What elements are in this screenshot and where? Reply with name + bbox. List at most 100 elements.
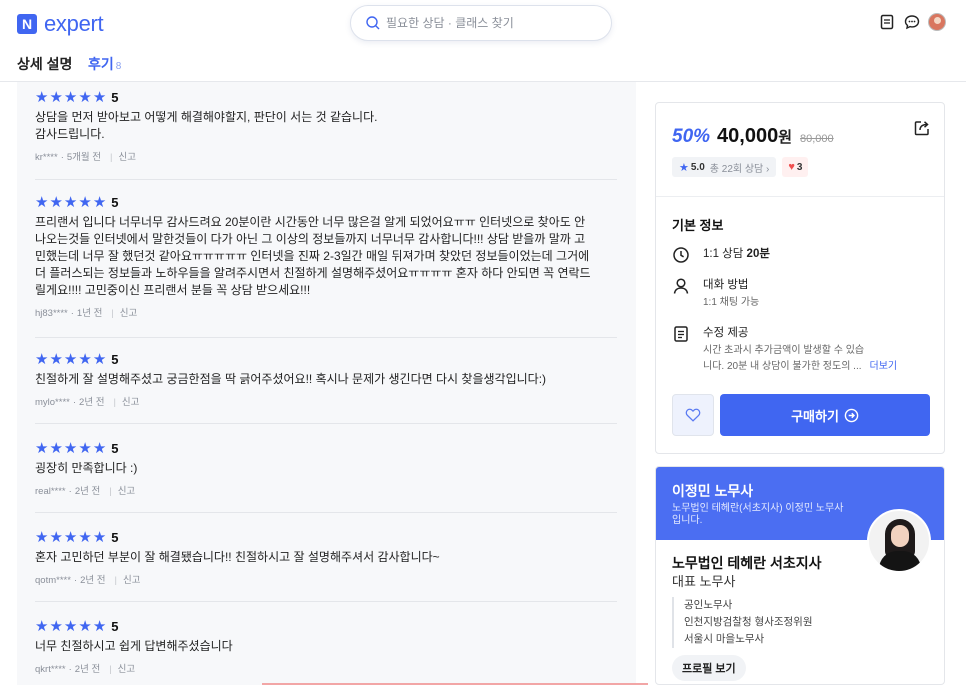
star-icon: ★ <box>49 528 63 546</box>
revision-line-2-text: 니다. 20분 내 상담이 불가한 정도의 ... <box>703 361 862 372</box>
sale-price: 40,000 <box>717 125 779 147</box>
method-title: 대화 방법 <box>703 279 749 291</box>
star-rating: ★ ★ ★ ★ ★ 5 <box>35 528 617 546</box>
report-link[interactable]: 신고 <box>118 664 135 675</box>
star-icon: ★ <box>78 439 92 457</box>
badge-row: ★ 5.0 총 22회 상담 › ♥ 3 <box>672 157 809 177</box>
review-item: ★ ★ ★ ★ ★ 5 너무 친절하시고 쉽게 답변해주셨습니다 qkrt**** · 2년 … <box>35 617 617 685</box>
share-icon[interactable] <box>913 119 931 137</box>
more-link[interactable]: 더보기 <box>870 361 898 372</box>
notebook-icon[interactable] <box>878 13 896 31</box>
star-icon: ★ <box>35 193 49 211</box>
review-user: qotm**** <box>35 575 71 586</box>
review-user: qkrt**** <box>35 664 66 675</box>
report-link[interactable]: 신고 <box>122 397 139 408</box>
search-input[interactable] <box>386 16 586 30</box>
profile-button[interactable]: 프로필 보기 <box>672 655 746 681</box>
info-duration: 1:1 상담 20분 <box>672 246 932 264</box>
buy-label: 구매하기 <box>791 408 839 424</box>
arrow-circle-icon <box>844 408 859 422</box>
logo-badge: N <box>17 14 37 34</box>
likes-count: 3 <box>796 161 803 173</box>
review-score: 5 <box>111 529 119 545</box>
expert-photo <box>867 509 931 573</box>
logo[interactable]: N expert <box>17 11 104 37</box>
price-row: 50% 40,000 원 80,000 <box>672 125 834 148</box>
star-icon: ★ <box>35 439 49 457</box>
divider <box>656 196 944 197</box>
review-meta: qotm**** · 2년 전 | 신고 <box>35 575 141 586</box>
profile-avatar[interactable] <box>928 13 946 31</box>
report-link[interactable]: 신고 <box>120 308 137 319</box>
method-value: 1:1 채팅 가능 <box>703 297 760 308</box>
star-icon: ★ <box>63 88 78 106</box>
star-icon: ★ <box>63 617 78 635</box>
star-icon: ★ <box>63 528 78 546</box>
review-text: 혼자 고민하던 부분이 잘 해결됐습니다!! 친절하시고 잘 설명해주셔서 감사… <box>35 550 440 564</box>
review-time: 1년 전 <box>76 308 103 319</box>
star-icon: ★ <box>35 88 49 106</box>
credential-item: 서울시 마을노무사 <box>684 633 765 645</box>
likes-badge: ♥ 3 <box>782 157 809 177</box>
review-time: 2년 전 <box>74 486 101 497</box>
discount-rate: 50% <box>672 126 711 147</box>
review-user: kr**** <box>35 152 58 163</box>
revision-title: 수정 제공 <box>703 327 749 339</box>
review-score: 5 <box>111 194 119 210</box>
duration-prefix: 1:1 상담 <box>703 248 744 260</box>
search-icon <box>366 16 380 30</box>
buy-button[interactable]: 구매하기 <box>720 394 930 436</box>
heart-outline-icon <box>685 408 701 422</box>
review-item: ★ ★ ★ ★ ★ 5 굉장히 만족합니다 :) real**** · 2년 전 | 신고 <box>35 439 617 513</box>
heart-icon: ♥ <box>788 161 795 173</box>
purchase-card: 50% 40,000 원 80,000 ★ 5.0 총 22회 상담 › ♥ 3 기본 … <box>655 102 945 454</box>
review-meta: qkrt**** · 2년 전 | 신고 <box>35 664 136 675</box>
tab-description[interactable]: 상세 설명 <box>17 54 72 74</box>
report-link[interactable]: 신고 <box>123 575 140 586</box>
star-icon: ★ <box>78 88 92 106</box>
review-user: mylo**** <box>35 397 70 408</box>
logo-text: expert <box>44 11 104 36</box>
info-method: 대화 방법 1:1 채팅 가능 <box>672 277 932 311</box>
review-score: 5 <box>111 351 119 367</box>
expert-credentials: 공인노무사 인천지방검찰청 형사조정위원 서울시 마을노무사 <box>672 597 813 648</box>
chat-icon[interactable] <box>903 13 921 31</box>
star-rating: ★ ★ ★ ★ ★ 5 <box>35 439 617 457</box>
info-revision: 수정 제공 시간 초과시 추가금액이 발생할 수 있습 니다. 20분 내 상담… <box>672 325 932 375</box>
currency: 원 <box>778 129 793 146</box>
review-user: real**** <box>35 486 66 497</box>
review-item: ★ ★ ★ ★ ★ 5 친절하게 잘 설명해주셨고 궁금한점을 딱 긁어주셨어요!! 혹시… <box>35 350 617 424</box>
star-icon: ★ <box>35 350 49 368</box>
star-icon: ★ <box>78 193 92 211</box>
revision-line-2: 니다. 20분 내 상담이 불가한 정도의 ... 더보기 <box>703 359 897 375</box>
expert-role: 대표 노무사 <box>672 574 736 589</box>
star-icon: ★ <box>78 617 92 635</box>
star-icon: ★ <box>49 193 63 211</box>
search-bar[interactable] <box>350 5 612 41</box>
star-icon: ★ <box>49 439 63 457</box>
star-icon: ★ <box>63 193 78 211</box>
review-text: 상담을 먼저 받아보고 어떻게 해결해야할지, 판단이 서는 것 같습니다. 감… <box>35 110 378 141</box>
rating-badge[interactable]: ★ 5.0 총 22회 상담 › <box>672 157 777 177</box>
review-time: 5개월 전 <box>66 152 102 163</box>
review-meta: real**** · 2년 전 | 신고 <box>35 486 136 497</box>
content-tabs: 상세 설명 후기 8 <box>0 46 966 84</box>
document-icon <box>674 326 688 342</box>
top-header: N expert <box>0 0 966 46</box>
report-link[interactable]: 신고 <box>118 486 135 497</box>
person-icon <box>673 278 689 294</box>
star-icon: ★ <box>92 350 107 368</box>
star-icon: ★ <box>92 193 107 211</box>
rating-value: 5.0 <box>690 161 705 173</box>
review-score: 5 <box>111 440 119 456</box>
expert-card: 이정민 노무사 노무법인 테헤란(서초지사) 이정민 노무사입니다. 노무법인 … <box>655 466 945 685</box>
review-text: 프리랜서 입니다 너무너무 감사드려요 20분이란 시간동안 너무 많은걸 알게… <box>35 215 591 297</box>
star-rating: ★ ★ ★ ★ ★ 5 <box>35 88 617 106</box>
tab-reviews-label: 후기 <box>88 56 114 72</box>
star-icon: ★ <box>35 617 49 635</box>
wishlist-button[interactable] <box>672 394 714 436</box>
tab-reviews[interactable]: 후기 8 <box>88 54 122 84</box>
report-link[interactable]: 신고 <box>119 152 136 163</box>
expert-office: 노무법인 테헤란 서초지사 <box>672 555 822 571</box>
star-icon: ★ <box>92 88 107 106</box>
